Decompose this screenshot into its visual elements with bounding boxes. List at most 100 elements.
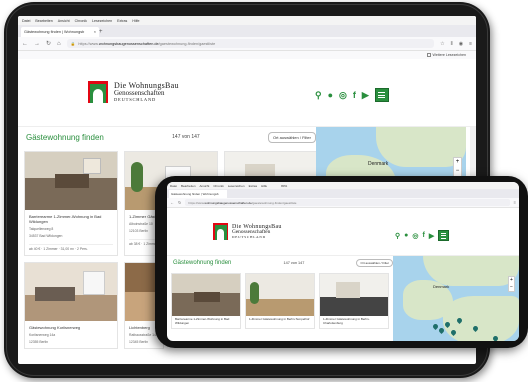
menu-datei[interactable]: Datei xyxy=(170,184,177,188)
instagram-icon[interactable]: ◎ xyxy=(339,90,347,101)
listing-column: Gästewohnung finden 147 von 147 Ort ausw… xyxy=(171,256,395,329)
menu-lesezeichen[interactable]: Lesezeichen xyxy=(92,19,112,23)
listing-card[interactable]: 1-Zimmer Gästewohnung in Berlin-Charlott… xyxy=(319,273,389,329)
site-logo[interactable]: Die WohnungsBau Genossenschaften DEUTSCH… xyxy=(213,223,282,240)
logo-mark xyxy=(213,223,228,240)
menu-hilfe[interactable]: Hilfe xyxy=(261,184,267,188)
list-header: Gästewohnung finden 147 von 147 Ort ausw… xyxy=(171,256,395,270)
url-domain: wohnungsbaugenossenschaften.de xyxy=(98,41,159,46)
new-tab-icon[interactable]: + xyxy=(99,29,103,35)
close-icon[interactable]: × xyxy=(94,30,96,34)
map-zoom-control[interactable]: + − xyxy=(508,276,515,292)
page-title: Gästewohnung finden xyxy=(173,260,232,266)
browser-tab[interactable]: Gästewohnung finden | Wohnungsb xyxy=(169,190,227,198)
logo-mark xyxy=(88,81,108,103)
site-logo[interactable]: Die WohnungsBau Genossenschaften DEUTSCH… xyxy=(88,81,179,103)
user-icon[interactable]: ● xyxy=(328,90,333,100)
facebook-icon[interactable]: f xyxy=(353,90,356,100)
browser-menubar: Datei Bearbeiten Ansicht Chronik Lesezei… xyxy=(18,16,476,25)
apartment-photo xyxy=(246,274,314,316)
back-icon[interactable]: ← xyxy=(170,200,174,205)
listing-card[interactable]: Barrierearme 1-Zimmer-Wohnung in Bad Wil… xyxy=(171,273,241,329)
filter-button[interactable]: Ort auswählen / Filter xyxy=(267,131,316,143)
apartment-photo xyxy=(25,152,117,210)
menu-chronik[interactable]: Chronik xyxy=(213,184,223,188)
forward-icon[interactable]: → xyxy=(34,41,40,47)
user-icon[interactable]: ● xyxy=(404,232,408,239)
logo-line2: Genossenschaften xyxy=(114,88,165,97)
youtube-icon[interactable]: ▶ xyxy=(429,232,434,240)
map-zoom-control[interactable]: + − xyxy=(453,157,462,177)
phone-device: Datei Bearbeiten Ansicht Chronik Lesezei… xyxy=(155,176,528,348)
facebook-icon[interactable]: f xyxy=(422,232,424,239)
map-panel[interactable]: Denmark + − xyxy=(393,256,519,341)
url-path: /gaestewohnung-finden/gaestliste xyxy=(251,200,297,205)
site-header: Die WohnungsBau Genossenschaften DEUTSCH… xyxy=(18,59,476,127)
reload-icon[interactable]: ↻ xyxy=(178,200,181,205)
other-bookmarks[interactable]: Weitere Lesezeichen xyxy=(433,53,467,57)
menu-extras[interactable]: Extras xyxy=(249,184,258,188)
listing-card[interactable]: Barrierearme 1-Zimmer-Wohnung in Bad Wil… xyxy=(24,151,118,256)
card-street: Talquellenweg 8 xyxy=(29,227,54,231)
url-domain: wohnungsbaugenossenschaften.de xyxy=(204,200,252,205)
header-icons: ⚲ ● ◎ f ▶ xyxy=(395,230,450,241)
home-icon[interactable]: ⌂ xyxy=(57,41,61,47)
menu-chronik[interactable]: Chronik xyxy=(75,19,87,23)
hamburger-menu-icon[interactable]: ≡ xyxy=(469,41,472,47)
menu-icon[interactable] xyxy=(438,230,450,241)
reload-icon[interactable]: ↻ xyxy=(46,40,51,47)
card-street: Rathausstraße 14 xyxy=(129,332,156,337)
search-icon[interactable]: ⚲ xyxy=(315,90,322,101)
card-price: ab 40 € · 1 Zimmer · 31,00 m² · 2 Pers. xyxy=(29,243,113,251)
map-label: Denmark xyxy=(368,161,389,167)
list-header: Gästewohnung finden 147 von 147 Ort ausw… xyxy=(24,127,318,147)
youtube-icon[interactable]: ▶ xyxy=(362,90,369,101)
instagram-icon[interactable]: ◎ xyxy=(412,232,418,240)
card-row: Barrierearme 1-Zimmer-Wohnung in Bad Wil… xyxy=(171,273,395,329)
filter-button[interactable]: Ort auswählen / Filter xyxy=(356,259,393,267)
hamburger-menu-icon[interactable]: ≡ xyxy=(514,200,516,205)
card-city: 34537 Bad Wildungen xyxy=(29,234,63,239)
url-toolbar: ← ↻ https://www. wohnungsbaugenossenschaf… xyxy=(167,198,519,208)
menu-hilfe[interactable]: Hilfe xyxy=(132,19,139,23)
listing-card[interactable]: Gästewohnung Koriisnerweg Koriisnerweg 1… xyxy=(24,261,118,350)
card-street: Koriisnerweg 14a xyxy=(29,332,56,337)
menu-datei[interactable]: Datei xyxy=(22,19,30,23)
product-mockup: Datei Bearbeiten Ansicht Chronik Lesezei… xyxy=(0,0,528,382)
header-icons: ⚲ ● ◎ f ▶ xyxy=(315,88,389,102)
apartment-photo xyxy=(320,274,388,316)
card-city: 12355 Berlin xyxy=(29,340,49,344)
menu-ansicht[interactable]: Ansicht xyxy=(58,19,70,23)
card-title: 1-Zimmer Gästewohnung in Berlin-Tempelho… xyxy=(249,317,310,321)
menu-extras[interactable]: Extras xyxy=(117,19,127,23)
lock-icon: 🔒 xyxy=(70,42,76,46)
url-prefix: https://www. xyxy=(78,41,99,46)
browser-menubar: Datei Bearbeiten Ansicht Chronik Lesezei… xyxy=(167,182,519,189)
menu-icon[interactable] xyxy=(374,88,389,102)
address-bar[interactable]: 🔒 https://www.wohnungsbaugenossenschafte… xyxy=(66,39,435,48)
library-icon[interactable]: ⫴ xyxy=(451,41,453,47)
menu-lesezeichen[interactable]: Lesezeichen xyxy=(228,184,245,188)
address-bar[interactable]: https://www. wohnungsbaugenossenschaften.… xyxy=(185,199,510,206)
card-title: Barrierearme 1-Zimmer-Wohnung in Bad Wil… xyxy=(29,214,102,224)
star-icon[interactable]: ☆ xyxy=(440,41,444,47)
back-icon[interactable]: ← xyxy=(22,41,28,47)
account-icon[interactable]: ◉ xyxy=(459,41,463,47)
menu-bearbeiten[interactable]: Bearbeiten xyxy=(181,184,196,188)
tab-strip: Gästewohnung finden | Wohnungsb xyxy=(167,189,519,198)
search-icon[interactable]: ⚲ xyxy=(395,232,400,240)
apartment-photo xyxy=(172,274,240,316)
logo-line3: DEUTSCHLAND xyxy=(114,96,157,102)
browser-tab[interactable]: Gästewohnung finden | Wohnungsb × xyxy=(21,27,99,37)
apartment-photo xyxy=(25,262,117,321)
phone-screen: Datei Bearbeiten Ansicht Chronik Lesezei… xyxy=(167,182,519,341)
bookmarks-bar: Weitere Lesezeichen xyxy=(18,51,476,59)
card-title: Barrierearme 1-Zimmer-Wohnung in Bad Wil… xyxy=(175,317,230,325)
url-prefix: https://www. xyxy=(188,200,205,205)
listing-card[interactable]: 1-Zimmer Gästewohnung in Berlin-Tempelho… xyxy=(245,273,315,329)
menu-ansicht[interactable]: Ansicht xyxy=(200,184,210,188)
menu-bearbeiten[interactable]: Bearbeiten xyxy=(35,19,52,23)
result-count: 147 von 147 xyxy=(283,261,305,265)
url-path: /gaestewohnung-finden/gaestliste xyxy=(158,41,216,46)
page-title: Gästewohnung finden xyxy=(26,132,104,142)
